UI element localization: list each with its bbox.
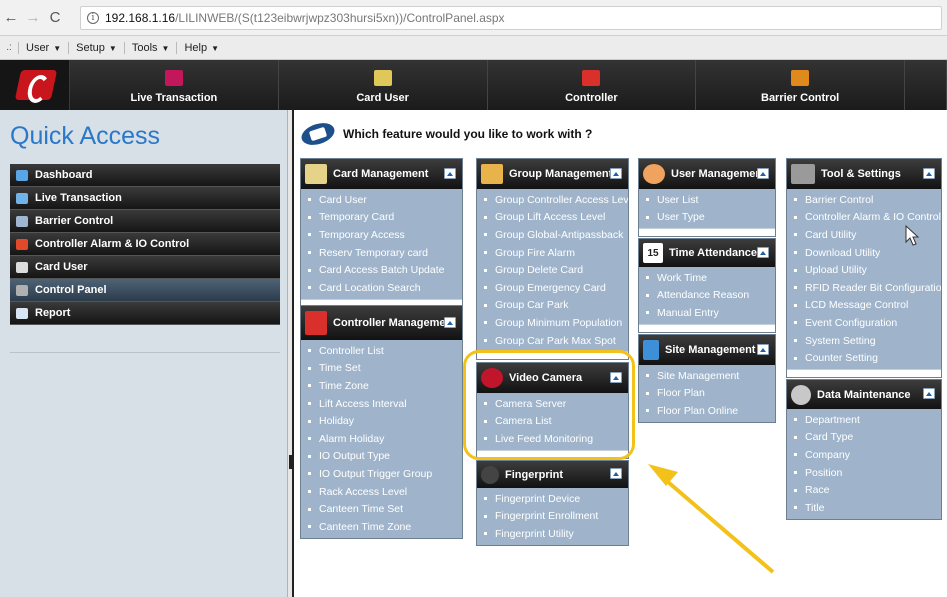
annotation-arrow [648,224,920,574]
arrow-head [648,464,678,486]
arrow-shaft [659,474,775,574]
mouse-cursor-icon [905,224,920,246]
